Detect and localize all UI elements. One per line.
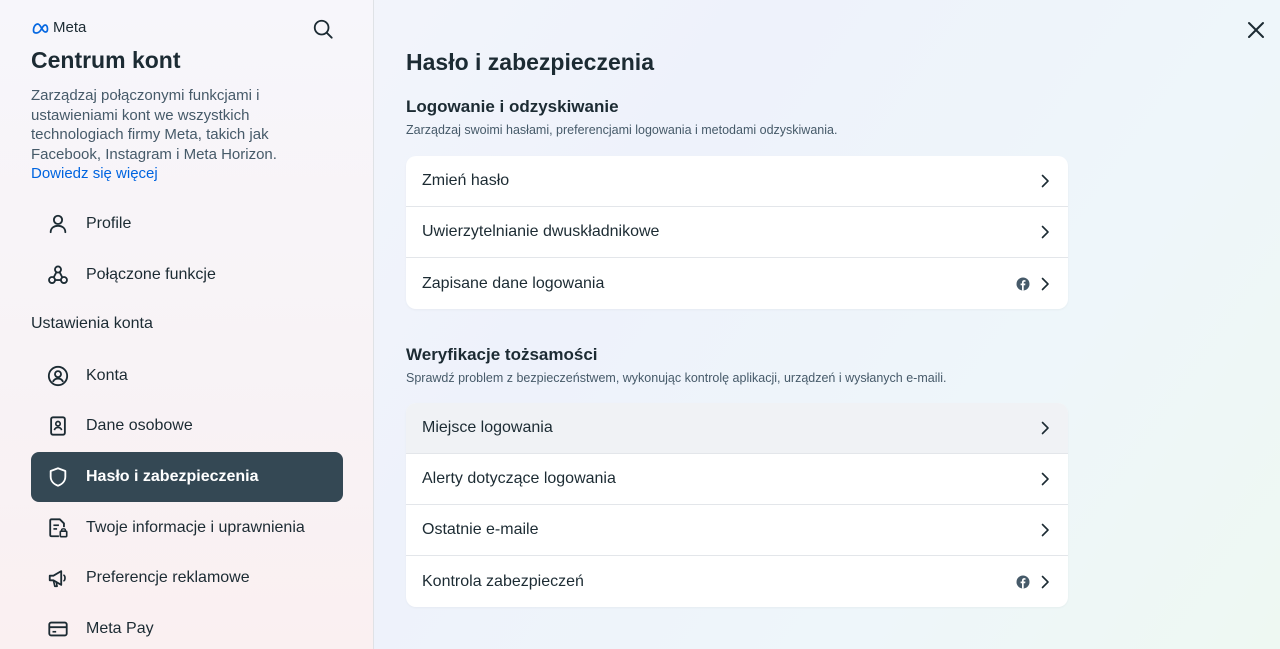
meta-infinity-icon <box>32 22 49 34</box>
security-checkup-row[interactable]: Kontrola zabezpieczeń <box>406 556 1068 607</box>
close-button[interactable] <box>1243 17 1269 43</box>
close-icon <box>1248 22 1264 38</box>
chevron-right-icon <box>1038 174 1052 188</box>
chevron-right-icon <box>1038 472 1052 486</box>
sidebar-item-meta-pay[interactable]: Meta Pay <box>31 604 343 649</box>
sidebar-item-label: Dane osobowe <box>86 417 193 434</box>
login-recovery-card: Zmień hasło Uwierzytelnianie dwuskładnik… <box>406 156 1068 309</box>
sidebar-item-label: Hasło i zabezpieczenia <box>86 468 259 485</box>
brand-name: Meta <box>53 19 87 36</box>
row-label: Kontrola zabezpieczeń <box>422 572 584 590</box>
sidebar-item-label: Konta <box>86 367 128 384</box>
account-circle-icon <box>47 365 69 387</box>
page-title: Hasło i zabezpieczenia <box>406 49 654 75</box>
account-settings-heading: Ustawienia konta <box>31 315 153 332</box>
document-lock-icon <box>47 517 69 539</box>
row-label: Alerty dotyczące logowania <box>422 470 616 487</box>
sidebar-item-label: Połączone funkcje <box>86 266 216 283</box>
search-button[interactable] <box>310 16 336 42</box>
row-label: Ostatnie e-maile <box>422 521 539 538</box>
shield-icon <box>47 466 69 488</box>
chevron-right-icon <box>1038 421 1052 435</box>
row-label: Miejsce logowania <box>422 419 553 436</box>
connected-nodes-icon <box>47 264 69 286</box>
login-section-description: Zarządzaj swoimi hasłami, preferencjami … <box>406 123 838 137</box>
row-label: Zapisane dane logowania <box>422 274 605 292</box>
chevron-right-icon <box>1038 225 1052 239</box>
sidebar: Meta Centrum kont Zarządzaj połączonymi … <box>0 0 374 649</box>
sidebar-item-your-information[interactable]: Twoje informacje i uprawnienia <box>31 503 343 553</box>
chevron-right-icon <box>1038 523 1052 537</box>
sidebar-item-password-security[interactable]: Hasło i zabezpieczenia <box>31 452 343 502</box>
identity-verification-card: Miejsce logowania Alerty dotyczące logow… <box>406 403 1068 607</box>
chevron-right-icon <box>1038 277 1052 291</box>
learn-more-link[interactable]: Dowiedz się więcej <box>31 165 158 182</box>
app-description: Zarządzaj połączonymi funkcjami i ustawi… <box>31 86 301 184</box>
verification-section-description: Sprawdź problem z bezpieczeństwem, wykon… <box>406 371 947 385</box>
sidebar-item-label: Twoje informacje i uprawnienia <box>86 519 305 536</box>
sidebar-item-profile[interactable]: Profile <box>31 199 343 249</box>
row-label: Uwierzytelnianie dwuskładnikowe <box>422 223 660 240</box>
facebook-icon <box>1016 575 1030 589</box>
app-title: Centrum kont <box>31 47 181 73</box>
credit-card-icon <box>47 618 69 640</box>
chevron-right-icon <box>1038 575 1052 589</box>
login-alerts-row[interactable]: Alerty dotyczące logowania <box>406 454 1068 505</box>
sidebar-item-label: Preferencje reklamowe <box>86 569 250 586</box>
facebook-icon <box>1016 277 1030 291</box>
sidebar-item-accounts[interactable]: Konta <box>31 351 343 401</box>
description-text: Zarządzaj połączonymi funkcjami i ustawi… <box>31 87 277 163</box>
sidebar-item-label: Meta Pay <box>86 620 154 637</box>
sidebar-item-personal-details[interactable]: Dane osobowe <box>31 401 343 451</box>
where-logged-in-row[interactable]: Miejsce logowania <box>406 403 1068 454</box>
two-factor-auth-row[interactable]: Uwierzytelnianie dwuskładnikowe <box>406 207 1068 258</box>
sidebar-item-label: Profile <box>86 215 132 232</box>
change-password-row[interactable]: Zmień hasło <box>406 156 1068 207</box>
sidebar-item-connected-features[interactable]: Połączone funkcje <box>31 250 343 300</box>
meta-logo: Meta <box>31 19 86 36</box>
id-card-icon <box>47 415 69 437</box>
row-label: Zmień hasło <box>422 172 510 189</box>
recent-emails-row[interactable]: Ostatnie e-maile <box>406 505 1068 556</box>
sidebar-item-ad-preferences[interactable]: Preferencje reklamowe <box>31 553 343 603</box>
verification-section-title: Weryfikacje tożsamości <box>406 345 598 364</box>
saved-login-row[interactable]: Zapisane dane logowania <box>406 258 1068 309</box>
person-icon <box>47 213 69 235</box>
search-icon <box>313 19 333 39</box>
login-section-title: Logowanie i odzyskiwanie <box>406 97 619 116</box>
megaphone-icon <box>47 567 69 589</box>
